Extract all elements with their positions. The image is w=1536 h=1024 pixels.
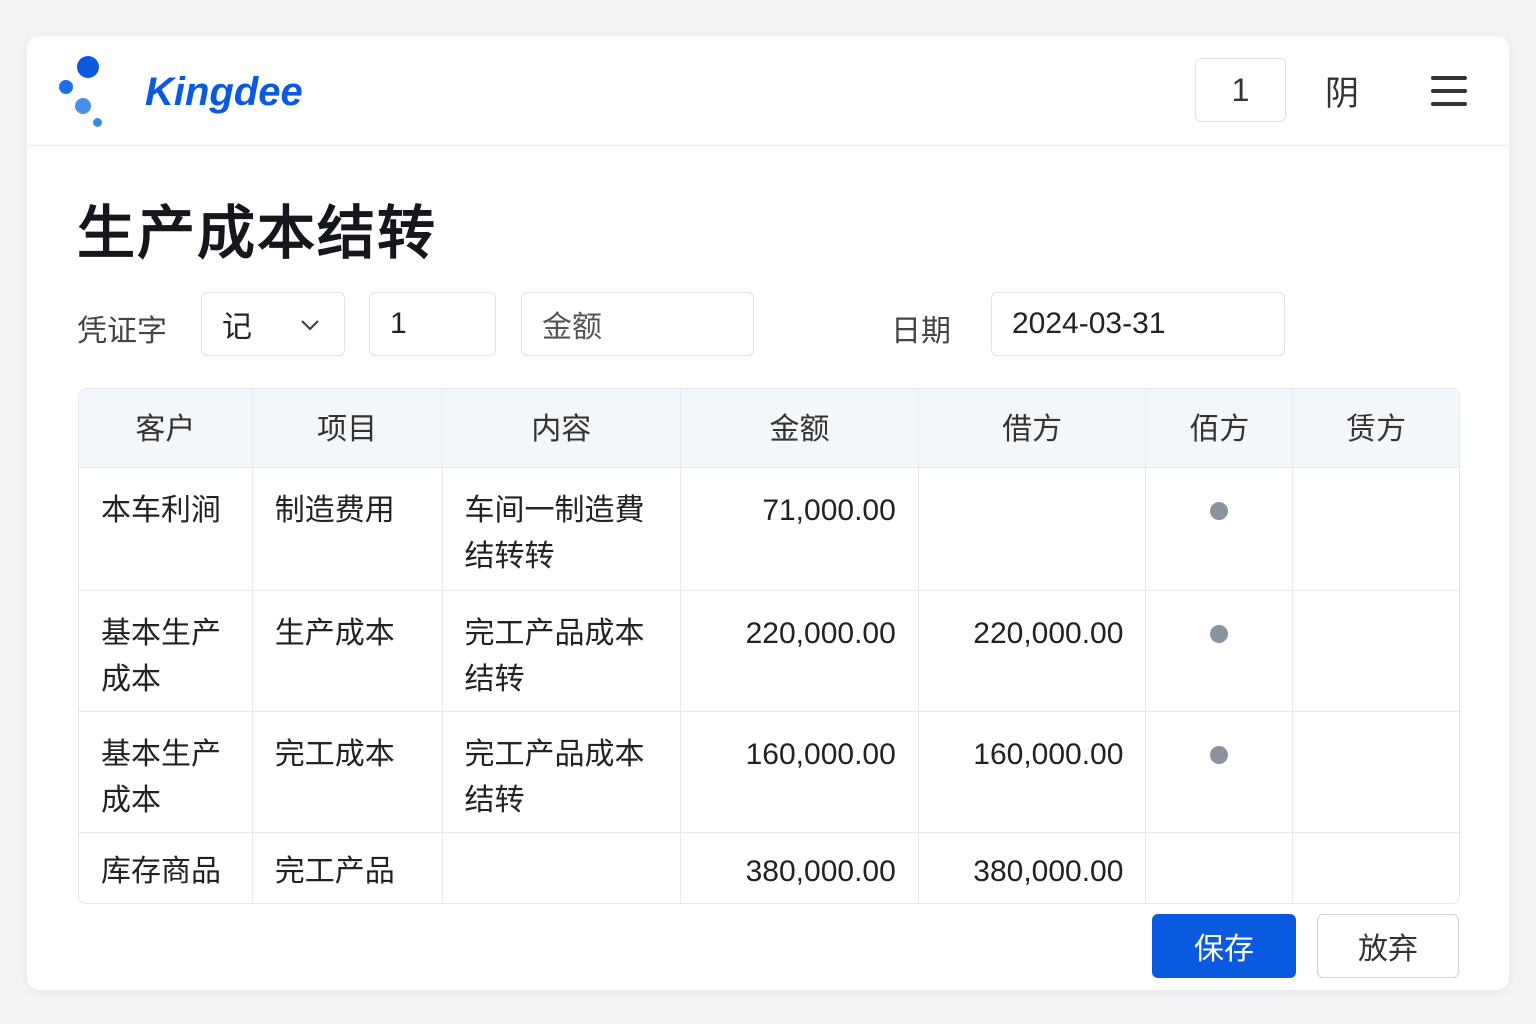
cell-mark[interactable] [1146,712,1294,832]
cell-content[interactable]: 完工产品成本结转 [443,712,682,832]
voucher-type-select[interactable]: 记 [201,292,345,356]
column-header[interactable]: 金额 [681,389,919,467]
cell-debit[interactable]: 160,000.00 [919,712,1147,832]
cell-content[interactable]: 完工产品成本结转 [443,591,682,711]
chevron-down-icon [301,320,319,331]
column-header[interactable]: 借方 [919,389,1147,467]
cell-customer[interactable]: 基本生产成本 [79,591,253,711]
page-number-box[interactable]: 1 [1195,58,1286,122]
cell-item[interactable]: 完工成本 [253,712,443,832]
logo-dot [93,118,102,127]
cell-amount[interactable]: 220,000.00 [681,591,919,711]
cell-credit[interactable] [1293,468,1459,590]
voucher-type-value: 记 [222,311,252,344]
table-header: 客户 项目 内容 金额 借方 佰方 赁方 [79,389,1459,468]
page-title: 生产成本结转 [77,201,438,266]
table-row[interactable]: 本车利涧 制造费用 车间一制造費结转转 71,000.00 [79,468,1459,591]
table-row[interactable]: 库存商品 完工产品 380,000.00 380,000.00 [79,833,1459,903]
kingdee-logo[interactable]: Kingdee [55,54,315,134]
column-header[interactable]: 客户 [79,389,253,467]
layout-icon[interactable]: 阴 [1325,66,1359,115]
cell-customer[interactable]: 库存商品 [79,833,253,903]
cell-item[interactable]: 制造费用 [253,468,443,590]
status-dot-icon [1210,502,1229,520]
cell-amount[interactable]: 380,000.00 [681,833,919,903]
table-row[interactable]: 基本生产成本 生产成本 完工产品成本结转 220,000.00 220,000.00 [79,591,1459,712]
app-header: Kingdee 1 阴 [27,36,1509,146]
voucher-label: 凭证字 [77,315,167,348]
table-row[interactable]: 基本生产成本 完工成本 完工产品成本结转 160,000.00 160,000.00 [79,712,1459,833]
status-dot-icon [1210,625,1229,643]
cell-item[interactable]: 完工产品 [253,833,443,903]
logo-dot [59,80,73,94]
save-button[interactable]: 保存 [1152,914,1296,978]
cell-mark[interactable] [1146,833,1294,903]
cell-mark[interactable] [1146,591,1294,711]
date-label: 日期 [891,315,951,348]
discard-button[interactable]: 放弃 [1317,914,1459,978]
voucher-number-input[interactable]: 1 [369,292,496,356]
column-header[interactable]: 项目 [253,389,443,467]
hamburger-menu-icon[interactable] [1431,76,1467,115]
cell-credit[interactable] [1293,591,1459,711]
voucher-table: 客户 项目 内容 金额 借方 佰方 赁方 本车利涧 制造费用 车间一制造費结转转 71… [78,388,1460,904]
cell-amount[interactable]: 160,000.00 [681,712,919,832]
logo-dot [75,98,91,114]
cell-customer[interactable]: 基本生产成本 [79,712,253,832]
date-input[interactable]: 2024-03-31 [991,292,1285,356]
column-header[interactable]: 赁方 [1293,389,1459,467]
cell-credit[interactable] [1293,712,1459,832]
column-header[interactable]: 佰方 [1146,389,1294,467]
cell-amount[interactable]: 71,000.00 [681,468,919,590]
logo-dot [77,56,99,78]
cell-credit[interactable] [1293,833,1459,903]
voucher-card: Kingdee 1 阴 生产成本结转 凭证字 记 1 金额 日期 2024-03… [27,36,1509,990]
cell-debit[interactable] [919,468,1147,590]
column-header[interactable]: 内容 [442,389,682,467]
cell-content[interactable]: 车间一制造費结转转 [443,468,682,590]
cell-debit[interactable]: 380,000.00 [919,833,1147,903]
cell-customer[interactable]: 本车利涧 [79,468,253,590]
status-dot-icon [1210,746,1229,764]
brand-name: Kingdee [145,70,303,114]
cell-mark[interactable] [1146,468,1294,590]
amount-input[interactable]: 金额 [521,292,754,356]
cell-content[interactable] [443,833,682,903]
cell-debit[interactable]: 220,000.00 [919,591,1147,711]
cell-item[interactable]: 生产成本 [253,591,443,711]
